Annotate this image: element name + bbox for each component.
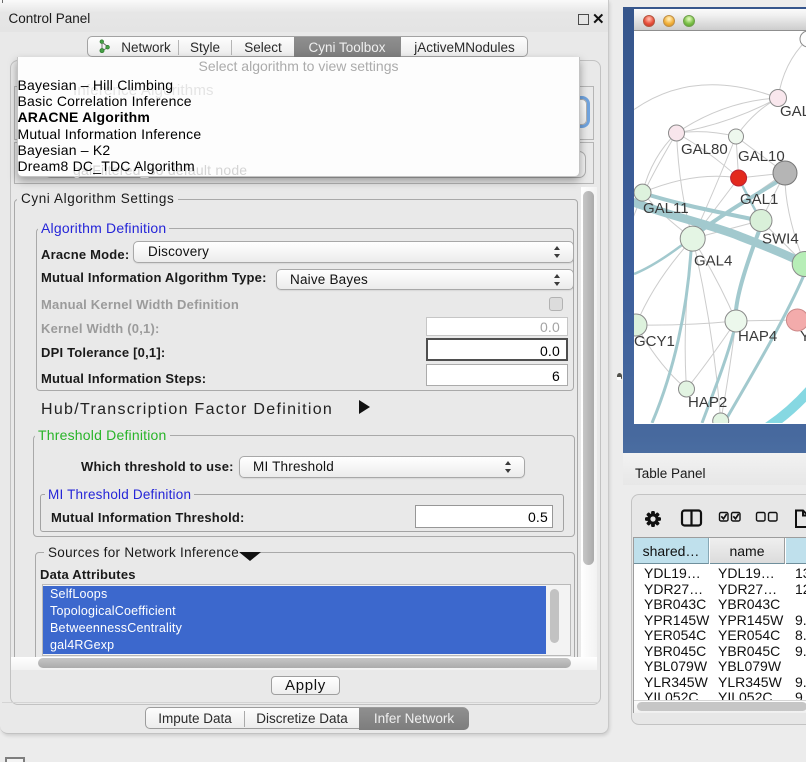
svg-text:GAL10: GAL10 [738,148,785,165]
svg-text:GAL: GAL [780,103,806,120]
svg-text:HAP4: HAP4 [738,328,777,345]
svg-text:SWI4: SWI4 [762,231,799,248]
svg-text:GCY1: GCY1 [634,333,675,350]
svg-text:GAL11: GAL11 [643,200,689,217]
svg-text:Y: Y [800,328,806,345]
svg-text:GAL80: GAL80 [681,141,728,158]
svg-text:GAL1: GAL1 [740,191,778,208]
svg-text:GAL4: GAL4 [694,253,732,270]
svg-text:HAP2: HAP2 [688,394,727,411]
